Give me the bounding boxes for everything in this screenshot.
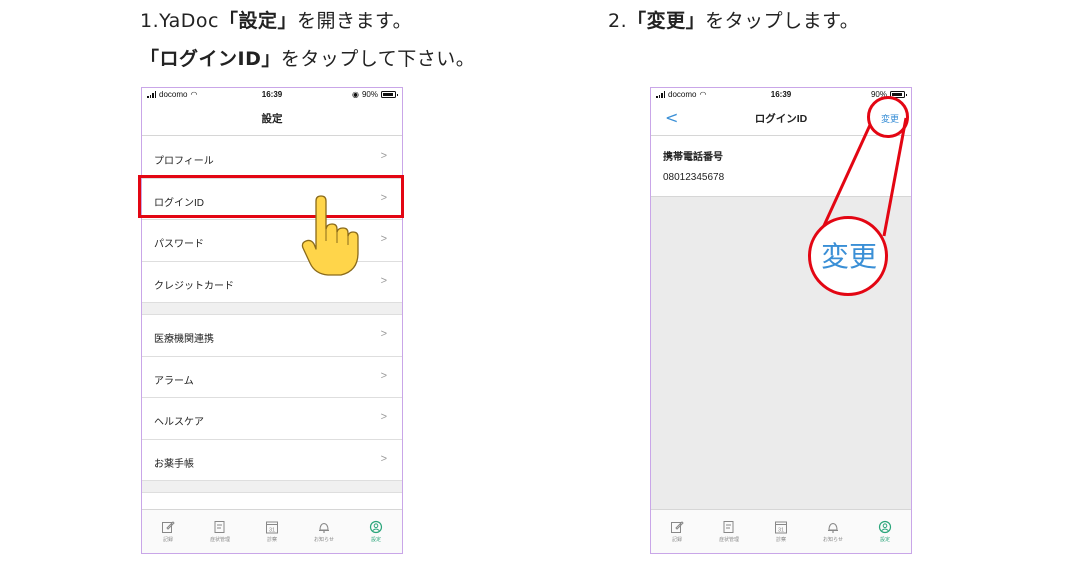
chevron-right-icon: > [380,233,387,245]
tab-label: 症状管理 [209,537,230,543]
caption-text: をタップして下さい。 [280,48,476,70]
tab-label: お知らせ [823,537,843,543]
tab-label: 診察 [266,537,277,543]
zoom-callout-text: 変更 [820,240,877,273]
phone-screen-settings: docomo ◠ 16:39 ◉ 90% 設定 プロフィール > ログインID > … [141,87,403,554]
status-bar: docomo ◠ 16:39 ◉ 90% [142,88,402,102]
menu-item-label: パスワード [154,239,204,250]
menu-item-password[interactable]: パスワード > [142,220,402,262]
step1-caption-line1: 1.YaDoc「設定」を開きます。 [140,6,412,33]
tab-label: 症状管理 [718,537,739,543]
tab-record[interactable]: 記録 [142,510,194,553]
menu-item-label: プロフィール [154,156,214,167]
status-bar: docomo ◠ 16:39 90% [651,88,911,102]
tab-notifications[interactable]: お知らせ [807,510,859,553]
note-icon [723,521,734,533]
user-circle-icon [878,520,892,534]
battery-percent: 90% [361,90,378,99]
login-id-highlight [138,175,404,218]
section-divider [142,481,402,493]
caption-text: 1.YaDoc [140,10,219,32]
tab-bar: 記録 症状管理 31 診察 お知らせ 設定 [651,509,911,553]
tab-label: 記録 [162,537,173,543]
menu-item-medical-link[interactable]: 医療機関連携 > [142,315,402,357]
calendar-day: 31 [269,528,275,534]
tab-notifications[interactable]: お知らせ [298,510,350,553]
tab-label: 設定 [879,537,890,543]
menu-item-label: お薬手帳 [154,458,194,470]
user-circle-icon [369,520,383,534]
chevron-right-icon: > [380,452,387,465]
tab-label: 設定 [370,537,381,543]
battery-icon [381,91,398,98]
caption-text: をタップします。 [705,10,860,32]
page-title: 設定 [261,113,283,125]
menu-item-medicine-notebook[interactable]: お薬手帳 > [142,440,402,481]
step1-caption-line2: 「ログインID」をタップして下さい。 [140,44,475,71]
chevron-right-icon: > [380,369,387,382]
chevron-right-icon: > [380,328,387,340]
tab-bar: 記録 症状管理 31 診察 お知らせ 設定 [142,509,402,553]
bell-icon [319,522,329,533]
chevron-right-icon: > [380,274,387,287]
note-icon [214,521,225,533]
tab-consult[interactable]: 31 診察 [246,510,298,553]
tab-consult[interactable]: 31 診察 [755,510,807,553]
chevron-right-icon: > [380,411,387,423]
tab-label: 記録 [671,537,682,543]
alarm-icon: ◉ [352,90,359,99]
tab-record[interactable]: 記録 [651,510,703,553]
tab-label: 診察 [775,537,786,543]
calendar-day: 31 [778,528,784,534]
phone-number-label: 携帯電話番号 [663,152,723,163]
bell-icon [828,522,838,533]
menu-item-label: ヘルスケア [154,417,204,428]
nav-bar: 設定 [142,102,402,136]
caption-bold: 「変更」 [627,10,706,32]
calendar-icon: 31 [266,521,278,534]
edit-icon [671,521,684,533]
caption-text: 2. [608,10,628,32]
caption-bold: 「ログインID」 [140,48,281,70]
pointing-hand-icon [301,195,359,276]
tab-settings[interactable]: 設定 [350,510,402,553]
menu-item-profile[interactable]: プロフィール > [142,137,402,179]
tab-symptoms[interactable]: 症状管理 [703,510,755,553]
change-button-circle [867,96,909,138]
calendar-icon: 31 [775,521,787,534]
tab-symptoms[interactable]: 症状管理 [194,510,246,553]
caption-text: を開きます。 [296,10,413,32]
tab-label: お知らせ [314,537,334,543]
chevron-right-icon: > [380,150,387,162]
menu-item-healthcare[interactable]: ヘルスケア > [142,398,402,440]
menu-item-label: 医療機関連携 [154,334,214,345]
phone-number-value: 08012345678 [663,172,725,183]
menu-item-alarm[interactable]: アラーム > [142,357,402,398]
section-divider [142,303,402,315]
menu-item-label: クレジットカード [154,280,234,292]
menu-item-label: アラーム [154,375,194,387]
step2-caption: 2.「変更」をタップします。 [608,6,859,33]
tab-settings[interactable]: 設定 [859,510,911,553]
menu-item-credit-card[interactable]: クレジットカード > [142,262,402,303]
phone-screen-login-id: docomo ◠ 16:39 90% < ログインID 変更 携帯電話番号 08… [650,87,912,554]
edit-icon [162,521,175,533]
caption-bold: 「設定」 [218,10,297,32]
